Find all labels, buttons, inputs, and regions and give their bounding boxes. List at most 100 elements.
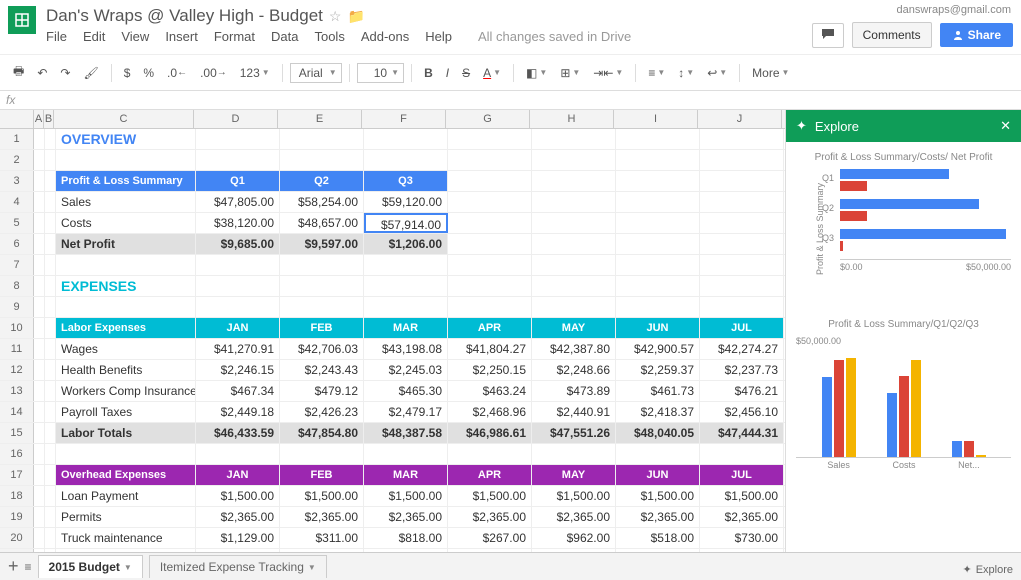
cell[interactable]: $2,468.96	[448, 402, 532, 422]
cell[interactable]: OVERVIEW	[56, 129, 196, 149]
cell[interactable]	[45, 507, 56, 527]
cell[interactable]: $267.00	[448, 528, 532, 548]
cell[interactable]	[448, 213, 532, 233]
font-size[interactable]: 10▼	[357, 63, 404, 83]
cell[interactable]: $2,440.91	[532, 402, 616, 422]
row-header[interactable]: 9	[0, 297, 34, 317]
cell[interactable]: $818.00	[364, 528, 448, 548]
cell[interactable]	[34, 528, 45, 548]
cell[interactable]	[448, 297, 532, 317]
cell[interactable]	[280, 129, 364, 149]
cell[interactable]	[616, 234, 700, 254]
cell[interactable]	[448, 276, 532, 296]
cell[interactable]: $465.30	[364, 381, 448, 401]
cell[interactable]	[34, 360, 45, 380]
row-header[interactable]: 3	[0, 171, 34, 191]
cell[interactable]: Net Profit	[56, 234, 196, 254]
cell[interactable]: $463.24	[448, 381, 532, 401]
cell[interactable]: $2,246.15	[196, 360, 280, 380]
cell[interactable]: Q1	[196, 171, 280, 191]
cell[interactable]: Q3	[364, 171, 448, 191]
cell[interactable]	[45, 255, 56, 275]
row-header[interactable]: 2	[0, 150, 34, 170]
cell[interactable]	[34, 486, 45, 506]
cell[interactable]: $2,365.00	[448, 507, 532, 527]
cell[interactable]	[196, 150, 280, 170]
cell[interactable]: Workers Comp Insurance	[56, 381, 196, 401]
menu-view[interactable]: View	[121, 29, 149, 44]
cell[interactable]: $2,365.00	[616, 507, 700, 527]
comment-icon-button[interactable]	[812, 23, 844, 48]
cell[interactable]	[280, 255, 364, 275]
cell[interactable]: $57,914.00	[364, 213, 448, 233]
cell[interactable]: APR	[448, 318, 532, 338]
spreadsheet-grid[interactable]: A B C D E F G H I J 1OVERVIEW23Profit & …	[0, 110, 785, 560]
cell[interactable]	[34, 318, 45, 338]
cell[interactable]: Payroll Taxes	[56, 402, 196, 422]
cell[interactable]	[34, 234, 45, 254]
cell[interactable]	[616, 297, 700, 317]
cell[interactable]: $47,444.31	[700, 423, 784, 443]
cell[interactable]: $2,365.00	[196, 507, 280, 527]
cell[interactable]	[34, 213, 45, 233]
dec-decimal[interactable]: .0←	[162, 63, 192, 83]
cell[interactable]: JUN	[616, 318, 700, 338]
cell[interactable]	[34, 402, 45, 422]
cell[interactable]	[34, 150, 45, 170]
format-currency[interactable]: $	[119, 63, 136, 83]
cell[interactable]	[45, 150, 56, 170]
cell[interactable]: $2,250.15	[448, 360, 532, 380]
cell[interactable]: $43,198.08	[364, 339, 448, 359]
cell[interactable]: $1,500.00	[448, 486, 532, 506]
explore-fab[interactable]: ✦ Explore	[962, 563, 1013, 576]
row-header[interactable]: 1	[0, 129, 34, 149]
col-header[interactable]: A	[34, 110, 44, 128]
cell[interactable]: $467.34	[196, 381, 280, 401]
cell[interactable]	[45, 528, 56, 548]
cell[interactable]: MAY	[532, 318, 616, 338]
cell[interactable]	[196, 129, 280, 149]
cell[interactable]	[616, 129, 700, 149]
tab-itemized[interactable]: Itemized Expense Tracking▼	[149, 555, 327, 578]
cell[interactable]: $1,500.00	[364, 486, 448, 506]
cell[interactable]: EXPENSES	[56, 276, 196, 296]
cell[interactable]: Overhead Expenses	[56, 465, 196, 485]
cell[interactable]	[448, 444, 532, 464]
cell[interactable]	[280, 297, 364, 317]
cell[interactable]	[56, 255, 196, 275]
cell[interactable]	[34, 444, 45, 464]
cell[interactable]: $730.00	[700, 528, 784, 548]
font-family[interactable]: Arial▼	[290, 63, 342, 83]
cell[interactable]	[364, 297, 448, 317]
row-header[interactable]: 16	[0, 444, 34, 464]
cell[interactable]: $2,365.00	[532, 507, 616, 527]
formula-bar[interactable]: fx	[0, 91, 1021, 110]
cell[interactable]: $46,433.59	[196, 423, 280, 443]
cell[interactable]: $2,365.00	[364, 507, 448, 527]
cell[interactable]	[45, 339, 56, 359]
cell[interactable]	[700, 234, 784, 254]
cell[interactable]	[45, 297, 56, 317]
cell[interactable]	[700, 276, 784, 296]
cell[interactable]	[364, 255, 448, 275]
cell[interactable]: Sales	[56, 192, 196, 212]
bold-icon[interactable]: B	[419, 63, 438, 83]
cell[interactable]	[34, 507, 45, 527]
cell[interactable]: $1,500.00	[196, 486, 280, 506]
cell[interactable]	[196, 276, 280, 296]
cell[interactable]	[280, 276, 364, 296]
cell[interactable]: FEB	[280, 465, 364, 485]
col-header[interactable]: G	[446, 110, 530, 128]
add-sheet-icon[interactable]: +	[8, 556, 19, 577]
cell[interactable]	[616, 150, 700, 170]
cell[interactable]: $311.00	[280, 528, 364, 548]
format-percent[interactable]: %	[138, 63, 159, 83]
col-header[interactable]: F	[362, 110, 446, 128]
cell[interactable]: $2,479.17	[364, 402, 448, 422]
cell[interactable]: Truck maintenance	[56, 528, 196, 548]
cell[interactable]: $48,657.00	[280, 213, 364, 233]
cell[interactable]	[616, 444, 700, 464]
all-sheets-icon[interactable]: ≡	[25, 560, 32, 574]
user-email[interactable]: danswraps@gmail.com	[897, 4, 1012, 16]
row-header[interactable]: 13	[0, 381, 34, 401]
